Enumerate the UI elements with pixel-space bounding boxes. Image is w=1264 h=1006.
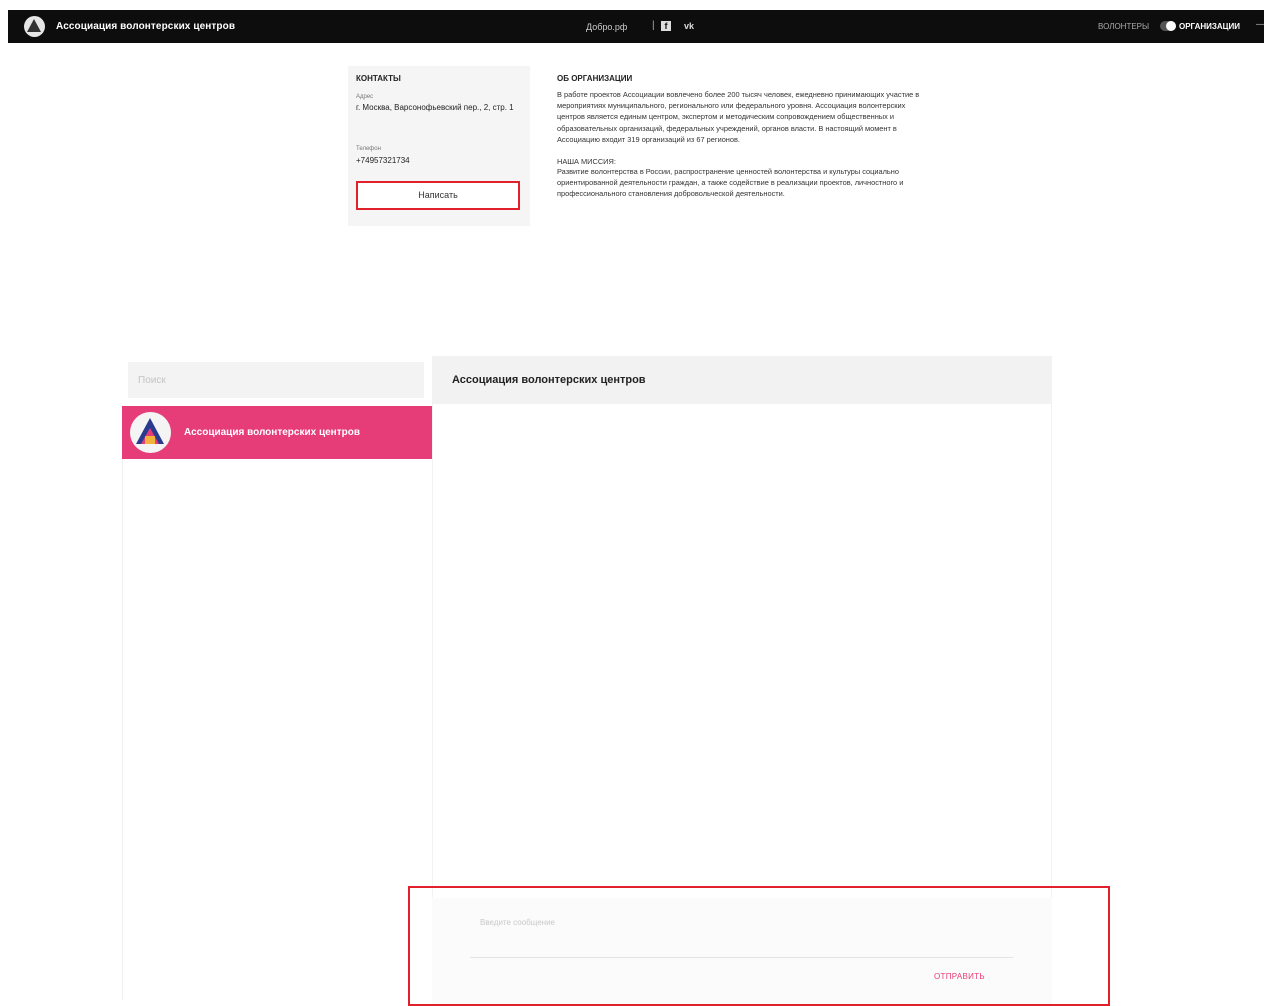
- facebook-icon[interactable]: f: [661, 21, 671, 31]
- toggle-knob: [1166, 21, 1176, 31]
- menu-icon[interactable]: —: [1256, 19, 1264, 30]
- search-input[interactable]: [128, 362, 424, 398]
- chat-messages-area[interactable]: [432, 404, 1052, 898]
- chat-list-item-name: Ассоциация волонтерских центров: [184, 427, 360, 438]
- message-input[interactable]: [470, 912, 1013, 958]
- address-value: г. Москва, Варсонофьевский пер., 2, стр.…: [356, 103, 514, 112]
- about-heading: ОБ ОРГАНИЗАЦИИ: [557, 74, 633, 83]
- vk-icon[interactable]: vk: [684, 21, 694, 31]
- mode-label-volunteers[interactable]: ВОЛОНТЕРЫ: [1098, 22, 1149, 31]
- contacts-heading: КОНТАКТЫ: [356, 74, 401, 83]
- about-text: В работе проектов Ассоциации вовлечено б…: [557, 90, 920, 144]
- address-label: Адрес: [356, 94, 374, 100]
- mode-label-organizations[interactable]: ОРГАНИЗАЦИИ: [1179, 22, 1240, 31]
- chat-header: Ассоциация волонтерских центров: [432, 356, 1052, 404]
- sidebar-divider: [122, 459, 123, 1000]
- phone-value[interactable]: +74957321734: [356, 155, 526, 166]
- write-button[interactable]: Написать: [356, 181, 520, 210]
- logo-icon[interactable]: [24, 16, 45, 37]
- avatar: [130, 412, 171, 453]
- send-button[interactable]: ОТПРАВИТЬ: [934, 972, 985, 981]
- chat-title: Ассоциация волонтерских центров: [452, 374, 646, 386]
- site-link[interactable]: Добро.рф: [586, 22, 627, 32]
- brand-name[interactable]: Ассоциация волонтерских центров: [56, 21, 235, 32]
- mission-heading: НАША МИССИЯ:: [557, 157, 616, 167]
- mission-text: Развитие волонтерства в России, распрост…: [557, 167, 904, 199]
- mode-toggle[interactable]: [1160, 21, 1176, 31]
- phone-label: Телефон: [356, 146, 381, 152]
- chat-list-item[interactable]: Ассоциация волонтерских центров: [122, 406, 432, 459]
- separator: |: [652, 20, 655, 31]
- about-organization: ОБ ОРГАНИЗАЦИИ В работе проектов Ассоциа…: [557, 74, 927, 200]
- top-navigation-bar: Ассоциация волонтерских центров Добро.рф…: [8, 10, 1264, 43]
